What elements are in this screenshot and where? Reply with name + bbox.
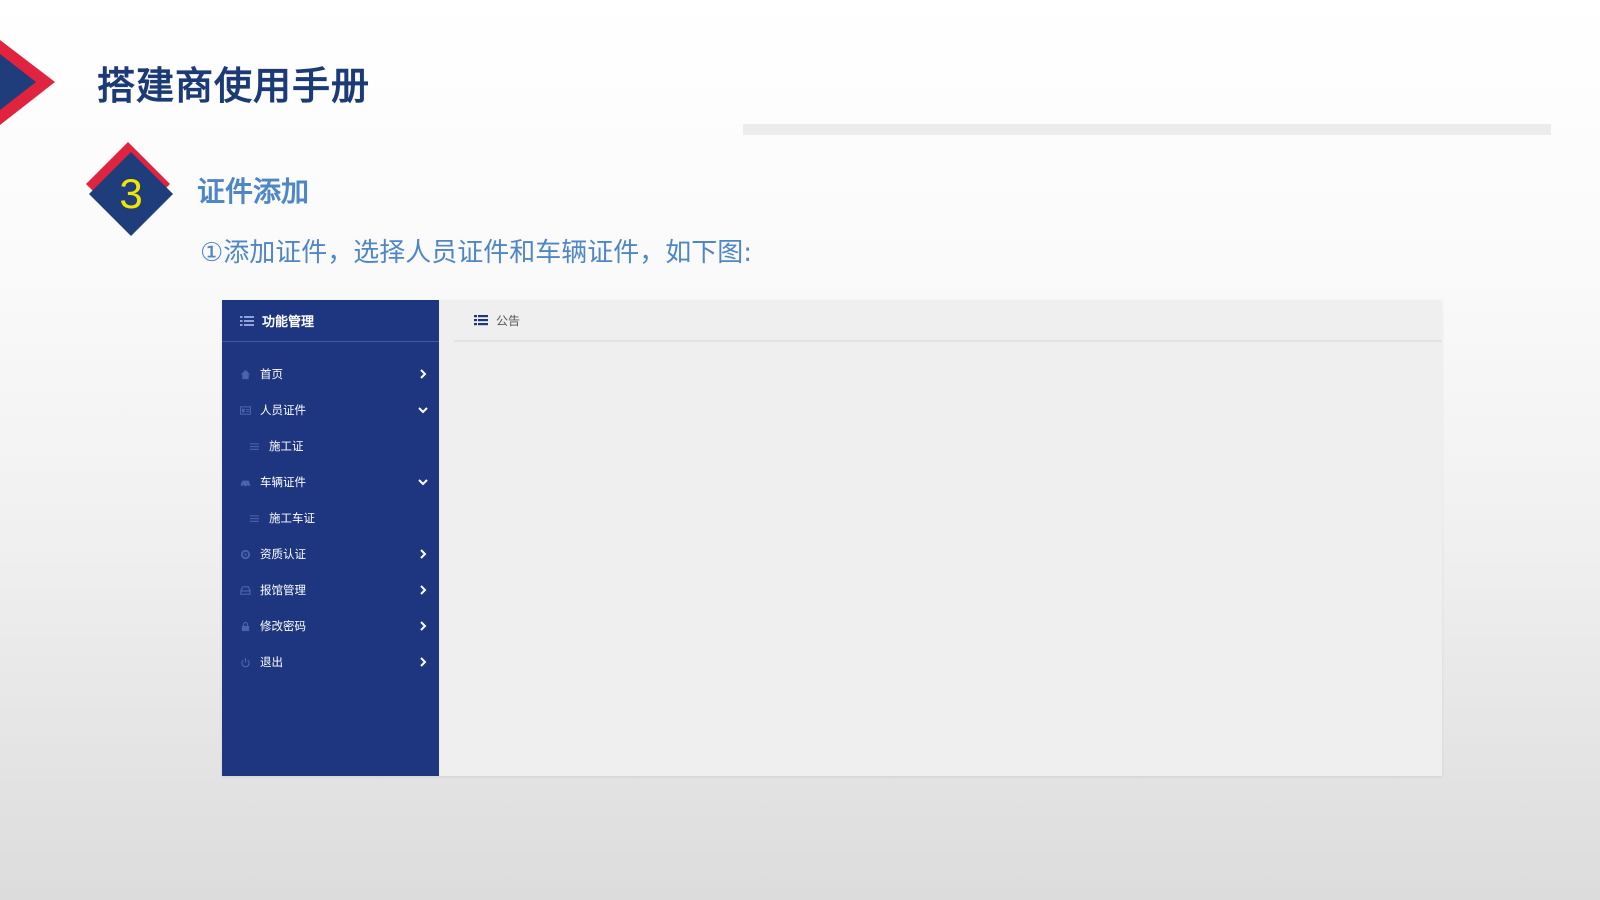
list-icon — [249, 442, 260, 450]
sidebar-subitem-label: 施工车证 — [269, 511, 315, 525]
sidebar-item-home[interactable]: 首页 — [222, 356, 439, 392]
sidebar-header: 功能管理 — [222, 300, 439, 342]
sidebar-item-label: 首页 — [260, 367, 283, 381]
tab-announcement[interactable]: 公告 — [474, 312, 520, 329]
sidebar-item-label: 人员证件 — [260, 403, 306, 417]
power-icon — [241, 657, 250, 667]
step-number: 3 — [119, 170, 143, 217]
chevron-down-icon — [418, 407, 428, 414]
sidebar: 功能管理 首页 人员证件 施工证 车辆证件 施工车证 资质认证 报馆管理 修改密… — [222, 300, 439, 776]
gear-icon — [240, 549, 251, 559]
list-icon — [474, 315, 488, 326]
car-icon — [240, 480, 251, 487]
sidebar-item-qualification[interactable]: 资质认证 — [222, 536, 439, 572]
sidebar-item-label: 资质认证 — [260, 547, 306, 561]
chevron-right-icon — [420, 621, 427, 631]
list-icon — [249, 514, 260, 522]
chevron-down-icon — [418, 479, 428, 486]
sidebar-item-booth-report[interactable]: 报馆管理 — [222, 572, 439, 608]
sidebar-subitem-construction-vehicle-cert[interactable]: 施工车证 — [222, 500, 439, 536]
sidebar-subitem-construction-cert[interactable]: 施工证 — [222, 428, 439, 464]
sidebar-item-label: 车辆证件 — [260, 475, 306, 489]
chevron-right-icon — [420, 585, 427, 595]
section-title: 证件添加 — [197, 175, 310, 208]
main-content: 公告 — [439, 300, 1442, 776]
title-divider — [743, 124, 1551, 135]
sidebar-item-personnel-cert[interactable]: 人员证件 — [222, 392, 439, 428]
home-icon — [240, 369, 251, 379]
corner-arrow-decoration — [0, 40, 55, 125]
sidebar-item-label: 报馆管理 — [260, 583, 306, 597]
tab-bar: 公告 — [454, 300, 1442, 342]
sidebar-header-label: 功能管理 — [262, 315, 315, 330]
app-screenshot: 功能管理 首页 人员证件 施工证 车辆证件 施工车证 资质认证 报馆管理 修改密… — [222, 300, 1442, 776]
sidebar-subitem-label: 施工证 — [269, 439, 304, 453]
list-icon — [240, 315, 254, 326]
tab-label: 公告 — [496, 313, 521, 328]
sidebar-item-vehicle-cert[interactable]: 车辆证件 — [222, 464, 439, 500]
sidebar-item-label: 修改密码 — [260, 619, 306, 633]
instruction-text: ①添加证件，选择人员证件和车辆证件，如下图: — [200, 238, 753, 268]
sidebar-menu: 首页 人员证件 施工证 车辆证件 施工车证 资质认证 报馆管理 修改密码 退出 — [222, 356, 439, 680]
chevron-right-icon — [420, 369, 427, 379]
slide-title: 搭建商使用手册 — [97, 64, 371, 108]
id-card-icon — [240, 405, 251, 415]
lock-icon — [241, 621, 250, 631]
chevron-right-icon — [420, 657, 427, 667]
sidebar-item-change-password[interactable]: 修改密码 — [222, 608, 439, 644]
chevron-right-icon — [420, 549, 427, 559]
inbox-icon — [240, 585, 251, 595]
sidebar-item-logout[interactable]: 退出 — [222, 644, 439, 680]
sidebar-item-label: 退出 — [260, 655, 283, 669]
